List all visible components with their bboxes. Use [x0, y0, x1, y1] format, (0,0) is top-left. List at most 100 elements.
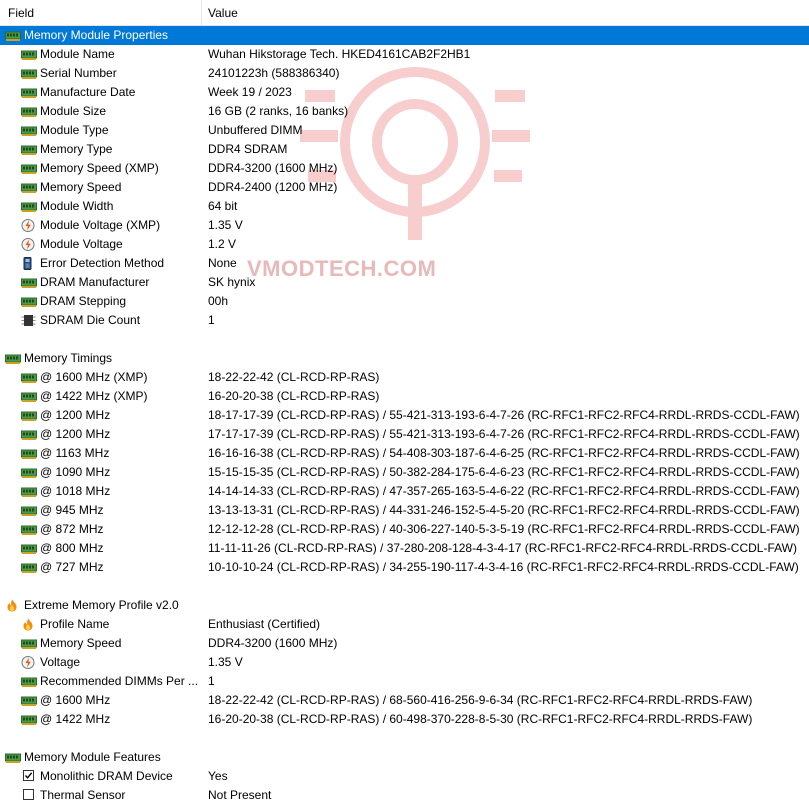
field-label: Module Width — [40, 199, 114, 213]
property-row[interactable]: @ 872 MHz 12-12-12-28 (CL-RCD-RP-RAS) / 4… — [0, 520, 809, 539]
property-row[interactable]: SDRAM Die Count 1 — [0, 311, 809, 330]
property-row[interactable]: Monolithic DRAM Device Yes — [0, 767, 809, 786]
voltage-icon — [21, 219, 37, 232]
field-label: Memory Speed — [40, 636, 122, 650]
property-row[interactable]: @ 1422 MHz 16-20-20-38 (CL-RCD-RP-RAS) / … — [0, 710, 809, 729]
property-row[interactable]: Manufacture Date Week 19 / 2023 — [0, 83, 809, 102]
memory-module-icon — [21, 124, 37, 137]
property-row[interactable]: @ 800 MHz 11-11-11-26 (CL-RCD-RP-RAS) / 3… — [0, 539, 809, 558]
group-header-row[interactable]: Memory Timings — [0, 349, 809, 368]
field-value: SK hynix — [208, 275, 256, 289]
property-row[interactable]: @ 1200 MHz 18-17-17-39 (CL-RCD-RP-RAS) / … — [0, 406, 809, 425]
field-value: 18-22-22-42 (CL-RCD-RP-RAS) — [208, 370, 380, 384]
field-value: 64 bit — [208, 199, 238, 213]
group-header-row[interactable]: Memory Module Features — [0, 748, 809, 767]
property-row[interactable]: Memory Speed DDR4-3200 (1600 MHz) — [0, 634, 809, 653]
property-row[interactable]: Module Voltage (XMP) 1.35 V — [0, 216, 809, 235]
property-row[interactable]: Module Width 64 bit — [0, 197, 809, 216]
field-value: 1.35 V — [208, 655, 243, 669]
property-row[interactable]: @ 1090 MHz 15-15-15-35 (CL-RCD-RP-RAS) / … — [0, 463, 809, 482]
group-header-row[interactable]: Extreme Memory Profile v2.0 — [0, 596, 809, 615]
column-divider[interactable] — [201, 0, 202, 25]
field-value: DDR4 SDRAM — [208, 142, 288, 156]
memory-module-icon — [21, 48, 37, 61]
field-label: Extreme Memory Profile v2.0 — [24, 598, 179, 612]
property-row[interactable]: Voltage 1.35 V — [0, 653, 809, 672]
field-label: SDRAM Die Count — [40, 313, 141, 327]
property-row[interactable]: @ 727 MHz 10-10-10-24 (CL-RCD-RP-RAS) / 3… — [0, 558, 809, 577]
property-row[interactable]: Profile Name Enthusiast (Certified) — [0, 615, 809, 634]
property-row[interactable]: Module Type Unbuffered DIMM — [0, 121, 809, 140]
field-label: @ 1422 MHz — [40, 712, 111, 726]
field-label: @ 1163 MHz — [40, 446, 110, 460]
field-label: @ 1090 MHz — [40, 465, 111, 479]
property-row[interactable]: Recommended DIMMs Per ... 1 — [0, 672, 809, 691]
memory-module-icon — [21, 637, 37, 650]
property-row[interactable]: DRAM Stepping 00h — [0, 292, 809, 311]
property-row[interactable]: @ 1600 MHz 18-22-22-42 (CL-RCD-RP-RAS) / … — [0, 691, 809, 710]
column-header: Field Value — [0, 0, 809, 26]
field-value: 1 — [208, 313, 215, 327]
field-value: Wuhan Hikstorage Tech. HKED4161CAB2F2HB1 — [208, 47, 471, 61]
property-row[interactable]: @ 1600 MHz (XMP) 18-22-22-42 (CL-RCD-RP-R… — [0, 368, 809, 387]
field-label: @ 872 MHz — [40, 522, 104, 536]
property-row[interactable]: @ 1422 MHz (XMP) 16-20-20-38 (CL-RCD-RP-R… — [0, 387, 809, 406]
memory-module-icon — [21, 447, 37, 460]
property-row[interactable]: Thermal Sensor Not Present — [0, 786, 809, 805]
memory-module-icon — [21, 485, 37, 498]
memory-module-icon — [5, 751, 21, 764]
field-value: 10-10-10-24 (CL-RCD-RP-RAS) / 34-255-190… — [208, 560, 799, 574]
memory-module-icon — [21, 428, 37, 441]
property-row[interactable]: @ 1200 MHz 17-17-17-39 (CL-RCD-RP-RAS) / … — [0, 425, 809, 444]
field-label: @ 945 MHz — [40, 503, 104, 517]
field-value: 15-15-15-35 (CL-RCD-RP-RAS) / 50-382-284… — [208, 465, 800, 479]
field-label: @ 727 MHz — [40, 560, 104, 574]
field-value: None — [208, 256, 237, 270]
field-label: @ 1600 MHz (XMP) — [40, 370, 148, 384]
field-label: Monolithic DRAM Device — [40, 769, 173, 783]
memory-module-icon — [5, 352, 21, 365]
property-row[interactable]: Serial Number 24101223h (588386340) — [0, 64, 809, 83]
field-value: 16-20-20-38 (CL-RCD-RP-RAS) / 60-498-370… — [208, 712, 753, 726]
field-value: Enthusiast (Certified) — [208, 617, 321, 631]
memory-module-icon — [21, 143, 37, 156]
field-value: Unbuffered DIMM — [208, 123, 303, 137]
property-row[interactable]: DRAM Manufacturer SK hynix — [0, 273, 809, 292]
property-row[interactable]: Memory Speed (XMP) DDR4-3200 (1600 MHz) — [0, 159, 809, 178]
field-label: @ 800 MHz — [40, 541, 104, 555]
field-label: @ 1600 MHz — [40, 693, 111, 707]
flame-icon — [5, 599, 21, 612]
memory-module-icon — [21, 561, 37, 574]
property-row[interactable]: Module Name Wuhan Hikstorage Tech. HKED41… — [0, 45, 809, 64]
property-row[interactable]: Error Detection Method None — [0, 254, 809, 273]
memory-module-icon — [21, 105, 37, 118]
group-header-row[interactable]: Memory Module Properties — [0, 26, 809, 45]
field-column-header[interactable]: Field — [8, 0, 34, 25]
field-label: Manufacture Date — [40, 85, 136, 99]
field-value: 18-17-17-39 (CL-RCD-RP-RAS) / 55-421-313… — [208, 408, 800, 422]
field-label: Profile Name — [40, 617, 110, 631]
property-row[interactable]: Memory Speed DDR4-2400 (1200 MHz) — [0, 178, 809, 197]
error-detection-icon — [21, 257, 37, 270]
memory-module-icon — [21, 504, 37, 517]
field-label: Memory Timings — [24, 351, 113, 365]
field-label: Serial Number — [40, 66, 117, 80]
property-row[interactable]: Module Voltage 1.2 V — [0, 235, 809, 254]
property-row[interactable]: @ 1163 MHz 16-16-16-38 (CL-RCD-RP-RAS) / … — [0, 444, 809, 463]
property-row[interactable]: @ 945 MHz 13-13-13-31 (CL-RCD-RP-RAS) / 4… — [0, 501, 809, 520]
checkbox-checked-icon — [23, 770, 34, 781]
field-value: 18-22-22-42 (CL-RCD-RP-RAS) / 68-560-416… — [208, 693, 753, 707]
value-column-header[interactable]: Value — [208, 0, 238, 25]
field-value: 24101223h (588386340) — [208, 66, 340, 80]
flame-icon — [21, 618, 37, 631]
property-row[interactable]: @ 1018 MHz 14-14-14-33 (CL-RCD-RP-RAS) / … — [0, 482, 809, 501]
chip-icon — [21, 314, 37, 327]
property-row[interactable]: Memory Type DDR4 SDRAM — [0, 140, 809, 159]
checkbox-unchecked-icon — [23, 789, 34, 800]
memory-module-icon — [21, 181, 37, 194]
memory-module-icon — [21, 694, 37, 707]
property-row[interactable]: Module Size 16 GB (2 ranks, 16 banks) — [0, 102, 809, 121]
memory-module-icon — [21, 466, 37, 479]
memory-module-icon — [21, 409, 37, 422]
field-label: Memory Module Features — [24, 750, 161, 764]
